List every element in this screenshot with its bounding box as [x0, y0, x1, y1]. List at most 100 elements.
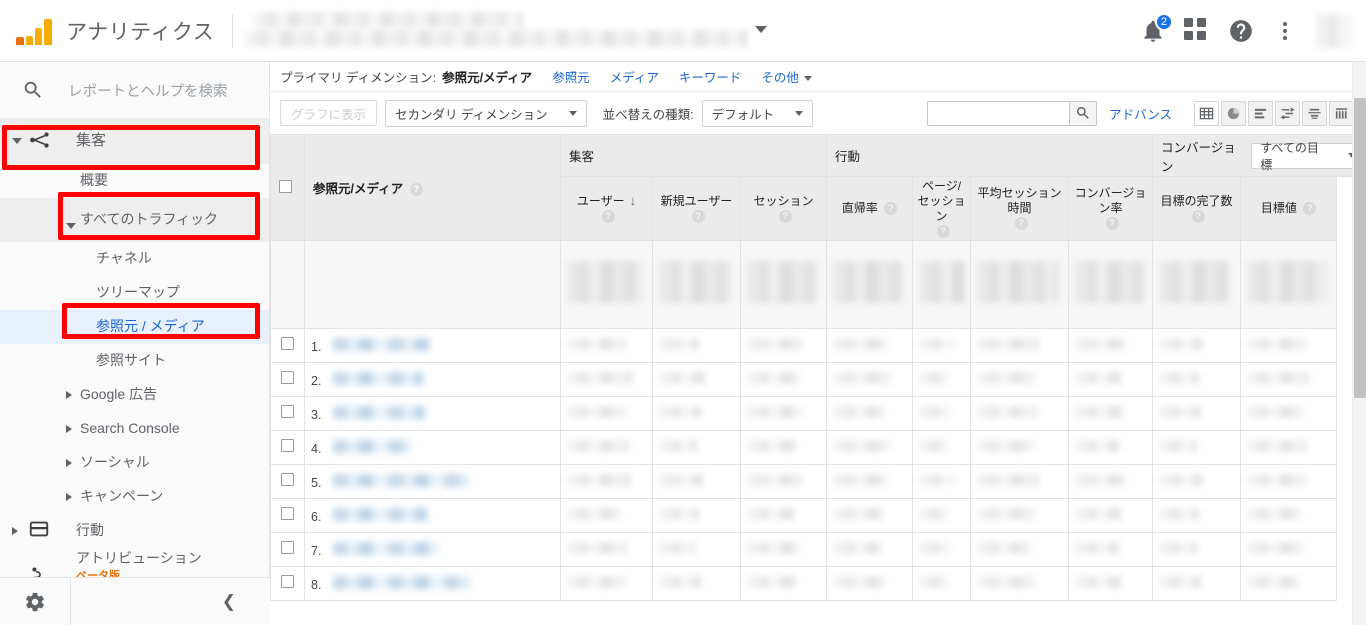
- bar-chart-view-icon[interactable]: [1248, 101, 1273, 126]
- sidebar-item-behavior[interactable]: 行動: [0, 514, 269, 548]
- cell-conversion-rate: [1069, 465, 1153, 499]
- sidebar-item-channels[interactable]: チャネル: [0, 242, 269, 276]
- sidebar-item-overview[interactable]: 概要: [0, 164, 269, 198]
- column-header-conversion-rate[interactable]: コンバージョン率 ?: [1069, 177, 1153, 241]
- table-row[interactable]: 4.: [271, 431, 1366, 465]
- help-icon[interactable]: ?: [692, 210, 705, 223]
- sidebar-item-source-medium[interactable]: 参照元 / メディア: [0, 310, 269, 344]
- sidebar-item-all-traffic[interactable]: すべてのトラフィック: [0, 198, 269, 242]
- goal-selector[interactable]: すべての目標: [1251, 143, 1365, 169]
- table-row[interactable]: 1.: [271, 329, 1366, 363]
- row-index: 2.: [311, 374, 321, 388]
- help-icon[interactable]: ?: [1303, 202, 1316, 215]
- row-dimension-value[interactable]: [333, 542, 439, 555]
- sidebar-nav: 集客 概要 すべてのトラフィック チャネル ツリーマップ 参照元 / メディア …: [0, 118, 269, 600]
- row-dimension-value[interactable]: [333, 576, 471, 589]
- select-all-checkbox[interactable]: [279, 180, 292, 193]
- row-dimension-value[interactable]: [333, 508, 427, 521]
- performance-view-icon[interactable]: [1275, 101, 1300, 126]
- row-checkbox[interactable]: [281, 405, 294, 418]
- chevron-right-icon: [66, 391, 72, 399]
- row-dimension-value[interactable]: [333, 440, 411, 453]
- dimension-link-keyword[interactable]: キーワード: [679, 67, 742, 86]
- scrollbar-thumb[interactable]: [1354, 98, 1366, 398]
- help-icon[interactable]: ?: [410, 183, 423, 196]
- row-dimension-value[interactable]: [333, 474, 469, 487]
- table-row[interactable]: 5.: [271, 465, 1366, 499]
- column-header-bounce-rate[interactable]: 直帰率 ?: [827, 177, 913, 241]
- table-row[interactable]: 2.: [271, 363, 1366, 397]
- gear-icon[interactable]: [0, 591, 70, 613]
- table-view-icon[interactable]: [1194, 101, 1219, 126]
- cell-sessions: [741, 465, 827, 499]
- summary-goal-completions: [1153, 241, 1241, 329]
- row-dimension-value[interactable]: [333, 372, 423, 385]
- column-header-goal-completions[interactable]: 目標の完了数 ?: [1153, 177, 1241, 241]
- column-header-new-users[interactable]: 新規ユーザー ?: [653, 177, 741, 241]
- secondary-dimension-button[interactable]: セカンダリ ディメンション: [385, 100, 587, 127]
- dimension-link-source[interactable]: 参照元: [552, 67, 590, 86]
- column-label: 直帰率: [842, 201, 878, 215]
- help-icon[interactable]: [1228, 18, 1254, 44]
- table-row[interactable]: 3.: [271, 397, 1366, 431]
- property-selector[interactable]: [247, 10, 767, 52]
- pie-chart-view-icon[interactable]: [1221, 101, 1246, 126]
- column-header-goal-value[interactable]: 目標値 ?: [1241, 177, 1337, 241]
- help-icon[interactable]: ?: [1106, 217, 1119, 230]
- dimension-link-medium[interactable]: メディア: [610, 67, 659, 86]
- row-dimension-value[interactable]: [333, 406, 425, 419]
- help-icon[interactable]: ?: [779, 210, 792, 223]
- row-checkbox[interactable]: [281, 439, 294, 452]
- help-icon[interactable]: ?: [1015, 217, 1028, 230]
- help-icon[interactable]: ?: [884, 202, 897, 215]
- row-checkbox[interactable]: [281, 473, 294, 486]
- dimension-header[interactable]: 参照元/メディア ?: [305, 135, 561, 241]
- apps-grid-icon[interactable]: [1184, 18, 1210, 44]
- sidebar-item-google-ads[interactable]: Google 広告: [0, 378, 269, 412]
- sidebar-search[interactable]: レポートとヘルプを検索: [0, 62, 269, 118]
- sort-desc-icon: ↓: [630, 193, 637, 209]
- sidebar-item-social[interactable]: ソーシャル: [0, 446, 269, 480]
- page-scrollbar[interactable]: [1352, 62, 1366, 625]
- column-header-pages-per-session[interactable]: ページ/セッション ?: [913, 177, 971, 241]
- table-row[interactable]: 8.: [271, 567, 1366, 601]
- pivot-view-icon[interactable]: [1329, 101, 1354, 126]
- search-input[interactable]: [927, 101, 1069, 126]
- user-avatar[interactable]: [1316, 14, 1350, 48]
- primary-dimension-bar: プライマリ ディメンション: 参照元/メディア 参照元 メディア キーワード そ…: [270, 62, 1366, 92]
- row-dimension-value[interactable]: [333, 338, 429, 351]
- column-header-avg-session-duration[interactable]: 平均セッション時間 ?: [971, 177, 1069, 241]
- row-checkbox[interactable]: [281, 371, 294, 384]
- search-button[interactable]: [1069, 101, 1097, 126]
- help-icon[interactable]: ?: [1192, 210, 1205, 223]
- column-header-sessions[interactable]: セッション ?: [741, 177, 827, 241]
- top-bar: アナリティクス 2: [0, 0, 1366, 62]
- sidebar-item-referrals[interactable]: 参照サイト: [0, 344, 269, 378]
- row-checkbox[interactable]: [281, 541, 294, 554]
- sidebar-item-search-console[interactable]: Search Console: [0, 412, 269, 446]
- advanced-filter-link[interactable]: アドバンス: [1109, 104, 1172, 123]
- sidebar-item-acquisition[interactable]: 集客: [0, 118, 269, 164]
- chevron-left-icon[interactable]: ❮: [222, 592, 236, 612]
- help-icon[interactable]: ?: [937, 225, 950, 238]
- column-header-users[interactable]: ユーザー↓ ?: [561, 177, 653, 241]
- row-checkbox[interactable]: [281, 575, 294, 588]
- sidebar-item-treemap[interactable]: ツリーマップ: [0, 276, 269, 310]
- table-row[interactable]: 6.: [271, 499, 1366, 533]
- row-checkbox[interactable]: [281, 507, 294, 520]
- row-checkbox[interactable]: [281, 337, 294, 350]
- help-icon[interactable]: ?: [602, 210, 615, 223]
- dimension-link-other[interactable]: その他: [761, 67, 812, 86]
- table-row[interactable]: 7.: [271, 533, 1366, 567]
- bell-icon[interactable]: 2: [1140, 18, 1166, 44]
- kebab-menu-icon[interactable]: [1272, 18, 1298, 44]
- cell-users: [561, 465, 653, 499]
- sidebar-item-campaigns[interactable]: キャンペーン: [0, 480, 269, 514]
- sort-type-select[interactable]: デフォルト: [702, 100, 814, 127]
- cell-goal-completions: [1153, 397, 1241, 431]
- comparison-view-icon[interactable]: [1302, 101, 1327, 126]
- row-checkbox-cell: [271, 397, 305, 431]
- chevron-down-icon[interactable]: [755, 26, 767, 33]
- sidebar-item-label: Google 広告: [80, 386, 171, 404]
- sidebar: レポートとヘルプを検索 集客 概要 すべての: [0, 62, 270, 625]
